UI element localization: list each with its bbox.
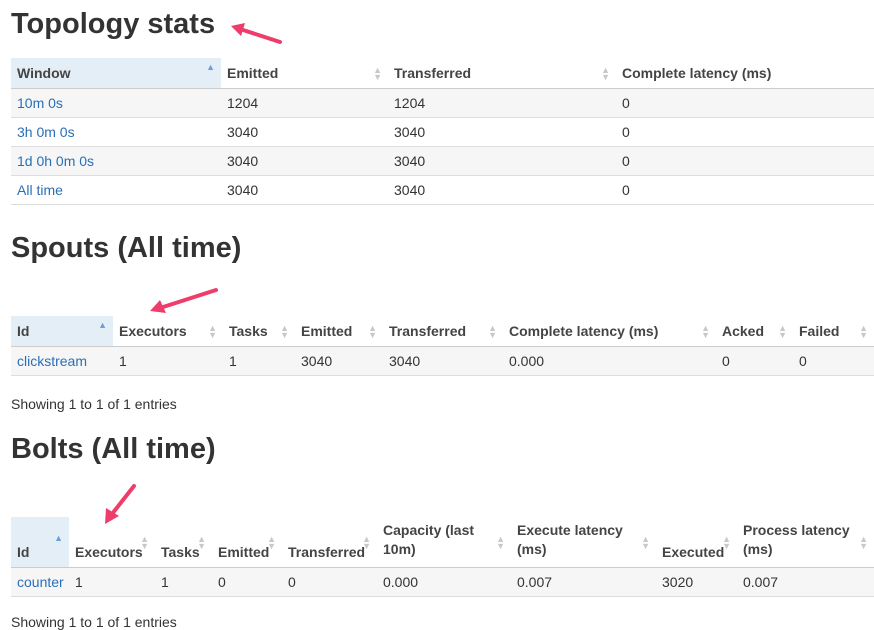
column-header-transferred[interactable]: Transferred ▲ ▼ [383, 316, 503, 347]
sort-icon: ▲ ▼ [641, 534, 650, 551]
sort-icon: ▲ ▼ [373, 65, 382, 82]
column-header-id[interactable]: Id ▲ [11, 517, 69, 568]
sort-icon: ▲ ▼ [368, 323, 377, 340]
sort-icon: ▲ ▼ [859, 534, 868, 551]
table-row: All time 3040 3040 0 [11, 175, 874, 205]
sort-icon: ▲ ▼ [267, 534, 276, 551]
sort-icon: ▲ ▼ [362, 534, 371, 551]
sort-icon: ▲ ▼ [208, 323, 217, 340]
tasks-cell: 1 [155, 567, 212, 597]
column-header-executors[interactable]: Executors ▲ ▼ [69, 517, 155, 568]
spouts-table-info: Showing 1 to 1 of 1 entries [11, 396, 177, 412]
bolts-table-info: Showing 1 to 1 of 1 entries [11, 614, 177, 630]
topology-stats-title: Topology stats [11, 8, 216, 40]
sort-ascending-icon: ▲ [98, 320, 107, 330]
emitted-cell: 3040 [221, 175, 388, 205]
bolts-table: Id ▲ Executors ▲ ▼ Tasks ▲ ▼ Emitted ▲ ▼ Transf… [11, 517, 874, 597]
transferred-cell: 3040 [388, 146, 616, 176]
executors-cell: 1 [113, 346, 223, 376]
spouts-table: Id ▲ Executors ▲ ▼ Tasks ▲ ▼ Emitted ▲ ▼ Transf… [11, 316, 874, 376]
spout-link-clickstream[interactable]: clickstream [17, 353, 87, 369]
column-header-window[interactable]: Window ▲ [11, 58, 221, 89]
column-header-transferred[interactable]: Transferred ▲ ▼ [282, 517, 377, 568]
transferred-cell: 3040 [383, 346, 503, 376]
column-header-complete-latency[interactable]: Complete latency (ms) ▲ ▼ [503, 316, 716, 347]
column-header-execute-latency[interactable]: Execute latency (ms) ▲ ▼ [511, 517, 656, 568]
column-header-emitted[interactable]: Emitted ▲ ▼ [295, 316, 383, 347]
table-row: 3h 0m 0s 3040 3040 0 [11, 117, 874, 147]
column-header-executors[interactable]: Executors ▲ ▼ [113, 316, 223, 347]
emitted-cell: 3040 [295, 346, 383, 376]
emitted-cell: 1204 [221, 88, 388, 118]
transferred-cell: 3040 [388, 117, 616, 147]
sort-icon: ▲ ▼ [778, 323, 787, 340]
executed-cell: 3020 [656, 567, 737, 597]
complete-latency-cell: 0 [616, 175, 874, 205]
process-latency-cell: 0.007 [737, 567, 874, 597]
sort-icon: ▲ ▼ [197, 534, 206, 551]
sort-ascending-icon: ▲ [206, 62, 215, 72]
column-header-executed[interactable]: Executed ▲ ▼ [656, 517, 737, 568]
complete-latency-cell: 0.000 [503, 346, 716, 376]
emitted-cell: 3040 [221, 117, 388, 147]
sort-icon: ▲ ▼ [701, 323, 710, 340]
executors-cell: 1 [69, 567, 155, 597]
sort-icon: ▲ ▼ [280, 323, 289, 340]
complete-latency-cell: 0 [616, 117, 874, 147]
capacity-cell: 0.000 [377, 567, 511, 597]
window-link-3h[interactable]: 3h 0m 0s [17, 124, 75, 140]
window-link-1d[interactable]: 1d 0h 0m 0s [17, 153, 94, 169]
bolts-title: Bolts (All time) [11, 433, 216, 465]
column-header-tasks[interactable]: Tasks ▲ ▼ [223, 316, 295, 347]
column-header-tasks[interactable]: Tasks ▲ ▼ [155, 517, 212, 568]
column-header-acked[interactable]: Acked ▲ ▼ [716, 316, 793, 347]
column-header-emitted[interactable]: Emitted ▲ ▼ [221, 58, 388, 89]
emitted-cell: 3040 [221, 146, 388, 176]
transferred-cell: 0 [282, 567, 377, 597]
column-header-failed[interactable]: Failed ▲ ▼ [793, 316, 874, 347]
execute-latency-cell: 0.007 [511, 567, 656, 597]
sort-icon: ▲ ▼ [859, 323, 868, 340]
acked-cell: 0 [716, 346, 793, 376]
table-row: 1d 0h 0m 0s 3040 3040 0 [11, 146, 874, 176]
sort-icon: ▲ ▼ [722, 534, 731, 551]
sort-icon: ▲ ▼ [488, 323, 497, 340]
spouts-title: Spouts (All time) [11, 232, 242, 264]
sort-ascending-icon: ▲ [54, 533, 63, 543]
sort-icon: ▲ ▼ [496, 534, 505, 551]
column-header-id[interactable]: Id ▲ [11, 316, 113, 347]
column-header-emitted[interactable]: Emitted ▲ ▼ [212, 517, 282, 568]
column-header-transferred[interactable]: Transferred ▲ ▼ [388, 58, 616, 89]
table-row: counter 1 1 0 0 0.000 0.007 3020 0.007 [11, 567, 874, 597]
annotation-arrow-icon [231, 23, 282, 44]
column-header-process-latency[interactable]: Process latency (ms) ▲ ▼ [737, 517, 874, 568]
bolt-link-counter[interactable]: counter [17, 574, 64, 590]
sort-icon: ▲ ▼ [140, 534, 149, 551]
complete-latency-cell: 0 [616, 146, 874, 176]
complete-latency-cell: 0 [616, 88, 874, 118]
window-link-all-time[interactable]: All time [17, 182, 63, 198]
table-row: clickstream 1 1 3040 3040 0.000 0 0 [11, 346, 874, 376]
annotation-arrow-icon [150, 288, 218, 313]
column-header-capacity[interactable]: Capacity (last 10m) ▲ ▼ [377, 517, 511, 568]
window-link-10m[interactable]: 10m 0s [17, 95, 63, 111]
failed-cell: 0 [793, 346, 874, 376]
transferred-cell: 3040 [388, 175, 616, 205]
tasks-cell: 1 [223, 346, 295, 376]
table-row: 10m 0s 1204 1204 0 [11, 88, 874, 118]
emitted-cell: 0 [212, 567, 282, 597]
topology-stats-table: Window ▲ Emitted ▲ ▼ Transferred ▲ ▼ Complete… [11, 58, 874, 205]
sort-icon: ▲ ▼ [601, 65, 610, 82]
transferred-cell: 1204 [388, 88, 616, 118]
column-header-complete-latency[interactable]: Complete latency (ms) [616, 58, 874, 89]
